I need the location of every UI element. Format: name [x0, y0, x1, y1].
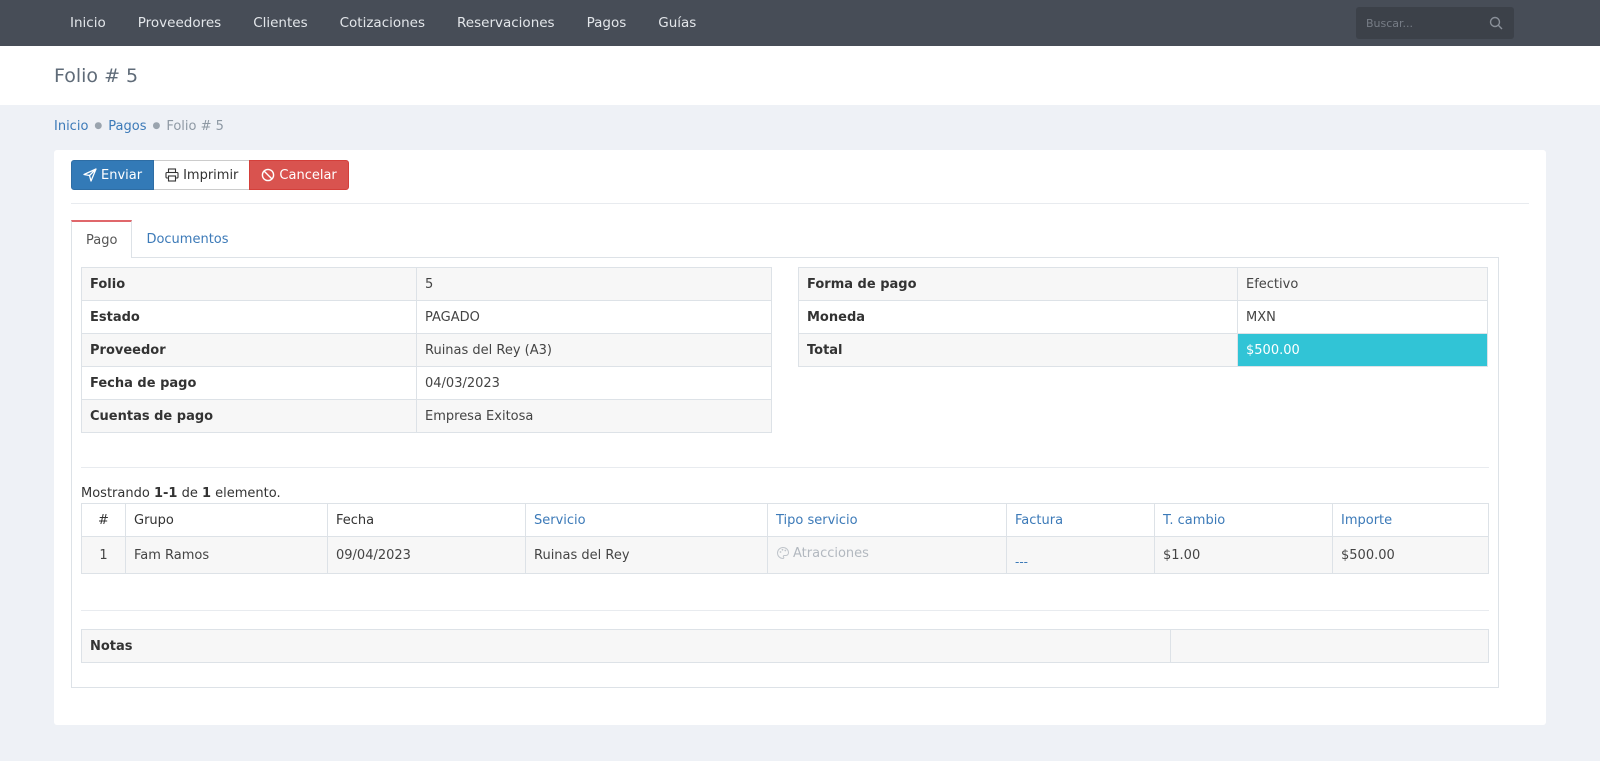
tipo-servicio-label: Atracciones — [793, 545, 869, 561]
send-icon — [83, 168, 97, 182]
column-header-number: # — [81, 503, 126, 537]
nav-item-guias[interactable]: Guías — [642, 0, 712, 46]
cancel-button[interactable]: Cancelar — [249, 160, 349, 190]
detail-label: Moneda — [798, 300, 1238, 334]
detail-value: MXN — [1237, 300, 1488, 334]
column-header-importe[interactable]: Importe — [1332, 503, 1489, 537]
notes-table: Notas — [81, 629, 1489, 663]
summary-count: 1 — [201, 486, 211, 501]
divider — [81, 467, 1489, 468]
page-header: Folio # 5 — [0, 46, 1600, 105]
breadcrumb-separator-icon: ● — [152, 121, 161, 131]
palette-icon — [777, 547, 790, 560]
detail-value: Empresa Exitosa — [416, 399, 772, 433]
ban-icon — [262, 168, 275, 182]
total-value: $500.00 — [1237, 333, 1488, 367]
breadcrumb-home[interactable]: Inicio — [54, 119, 88, 134]
notes-row: Notas — [81, 629, 1489, 663]
detail-label: Total — [798, 333, 1238, 367]
breadcrumb-current: Folio # 5 — [166, 118, 224, 134]
payment-summary-table: Forma de pago Efectivo Moneda MXN Total … — [798, 267, 1488, 367]
breadcrumb-separator-icon: ● — [94, 121, 103, 131]
nav-item-proveedores[interactable]: Proveedores — [122, 0, 237, 46]
notes-value — [1170, 629, 1489, 663]
table-header-row: # Grupo Fecha Servicio Tipo servicio Fac… — [81, 503, 1489, 537]
detail-value: 5 — [416, 267, 772, 301]
detail-row: Forma de pago Efectivo — [798, 267, 1488, 301]
print-button[interactable]: Imprimir — [154, 160, 250, 190]
nav-item-clientes[interactable]: Clientes — [237, 0, 323, 46]
search-box — [1356, 7, 1514, 39]
send-button[interactable]: Enviar — [71, 160, 155, 190]
detail-label: Estado — [81, 300, 417, 334]
tipo-servicio-value: Atracciones — [776, 546, 869, 561]
payment-card: Enviar Imprimir Cancelar Pago Documentos… — [54, 150, 1546, 725]
send-button-label: Enviar — [101, 167, 143, 183]
column-header-factura[interactable]: Factura — [1006, 503, 1155, 537]
detail-label: Cuentas de pago — [81, 399, 417, 433]
summary-mid: de — [177, 486, 202, 501]
detail-row: Moneda MXN — [798, 300, 1488, 334]
detail-row: Cuentas de pago Empresa Exitosa — [81, 399, 772, 433]
services-table: # Grupo Fecha Servicio Tipo servicio Fac… — [81, 503, 1489, 574]
results-summary: Mostrando 1-1 de 1 elemento. — [81, 486, 281, 501]
summary-suffix: elemento. — [211, 486, 281, 501]
cancel-button-label: Cancelar — [279, 167, 337, 183]
notes-label: Notas — [81, 629, 1171, 663]
detail-row: Folio 5 — [81, 267, 772, 301]
nav-menu: Inicio Proveedores Clientes Cotizaciones… — [54, 0, 712, 46]
column-header-tcambio[interactable]: T. cambio — [1154, 503, 1333, 537]
breadcrumb-pagos[interactable]: Pagos — [108, 119, 146, 134]
cell-importe: $500.00 — [1332, 536, 1489, 574]
payment-details-table: Folio 5 Estado PAGADO Proveedor Ruinas d… — [81, 267, 772, 433]
factura-link[interactable]: --- — [1015, 555, 1028, 569]
detail-value: PAGADO — [416, 300, 772, 334]
column-header-tipo-servicio[interactable]: Tipo servicio — [767, 503, 1007, 537]
tab-pago[interactable]: Pago — [71, 220, 133, 258]
printer-icon — [165, 168, 179, 182]
search-input[interactable] — [1366, 16, 1488, 30]
detail-row: Proveedor Ruinas del Rey (A3) — [81, 333, 772, 367]
breadcrumb: Inicio ● Pagos ● Folio # 5 — [0, 105, 1600, 147]
action-toolbar: Enviar Imprimir Cancelar — [71, 160, 349, 190]
detail-value: Ruinas del Rey (A3) — [416, 333, 772, 367]
cell-servicio: Ruinas del Rey — [525, 536, 768, 574]
detail-row: Total $500.00 — [798, 333, 1488, 367]
nav-item-inicio[interactable]: Inicio — [54, 0, 122, 46]
tab-bar: Pago Documentos — [71, 220, 243, 258]
divider — [71, 203, 1529, 204]
column-header-grupo: Grupo — [125, 503, 328, 537]
page-title: Folio # 5 — [54, 64, 139, 87]
top-navbar: Inicio Proveedores Clientes Cotizaciones… — [0, 0, 1600, 46]
detail-value: Efectivo — [1237, 267, 1488, 301]
detail-label: Forma de pago — [798, 267, 1238, 301]
cell-factura: --- — [1006, 536, 1155, 574]
nav-item-cotizaciones[interactable]: Cotizaciones — [324, 0, 441, 46]
cell-tipo-servicio: Atracciones — [767, 536, 1007, 574]
detail-row: Fecha de pago 04/03/2023 — [81, 366, 772, 400]
cell-fecha: 09/04/2023 — [327, 536, 526, 574]
detail-label: Folio — [81, 267, 417, 301]
detail-row: Estado PAGADO — [81, 300, 772, 334]
table-row: 1 Fam Ramos 09/04/2023 Ruinas del Rey At… — [81, 536, 1489, 574]
tab-documentos[interactable]: Documentos — [132, 220, 242, 258]
column-header-fecha: Fecha — [327, 503, 526, 537]
column-header-servicio[interactable]: Servicio — [525, 503, 768, 537]
summary-range: 1-1 — [153, 486, 178, 501]
search-icon[interactable] — [1488, 15, 1504, 31]
cell-number: 1 — [81, 536, 126, 574]
summary-prefix: Mostrando — [81, 486, 154, 501]
print-button-label: Imprimir — [183, 167, 239, 183]
detail-value: 04/03/2023 — [416, 366, 772, 400]
cell-grupo: Fam Ramos — [125, 536, 328, 574]
nav-item-pagos[interactable]: Pagos — [571, 0, 643, 46]
cell-tcambio: $1.00 — [1154, 536, 1333, 574]
divider — [81, 610, 1489, 611]
detail-label: Fecha de pago — [81, 366, 417, 400]
detail-label: Proveedor — [81, 333, 417, 367]
nav-item-reservaciones[interactable]: Reservaciones — [441, 0, 571, 46]
tab-pane-pago: Folio 5 Estado PAGADO Proveedor Ruinas d… — [71, 257, 1499, 688]
